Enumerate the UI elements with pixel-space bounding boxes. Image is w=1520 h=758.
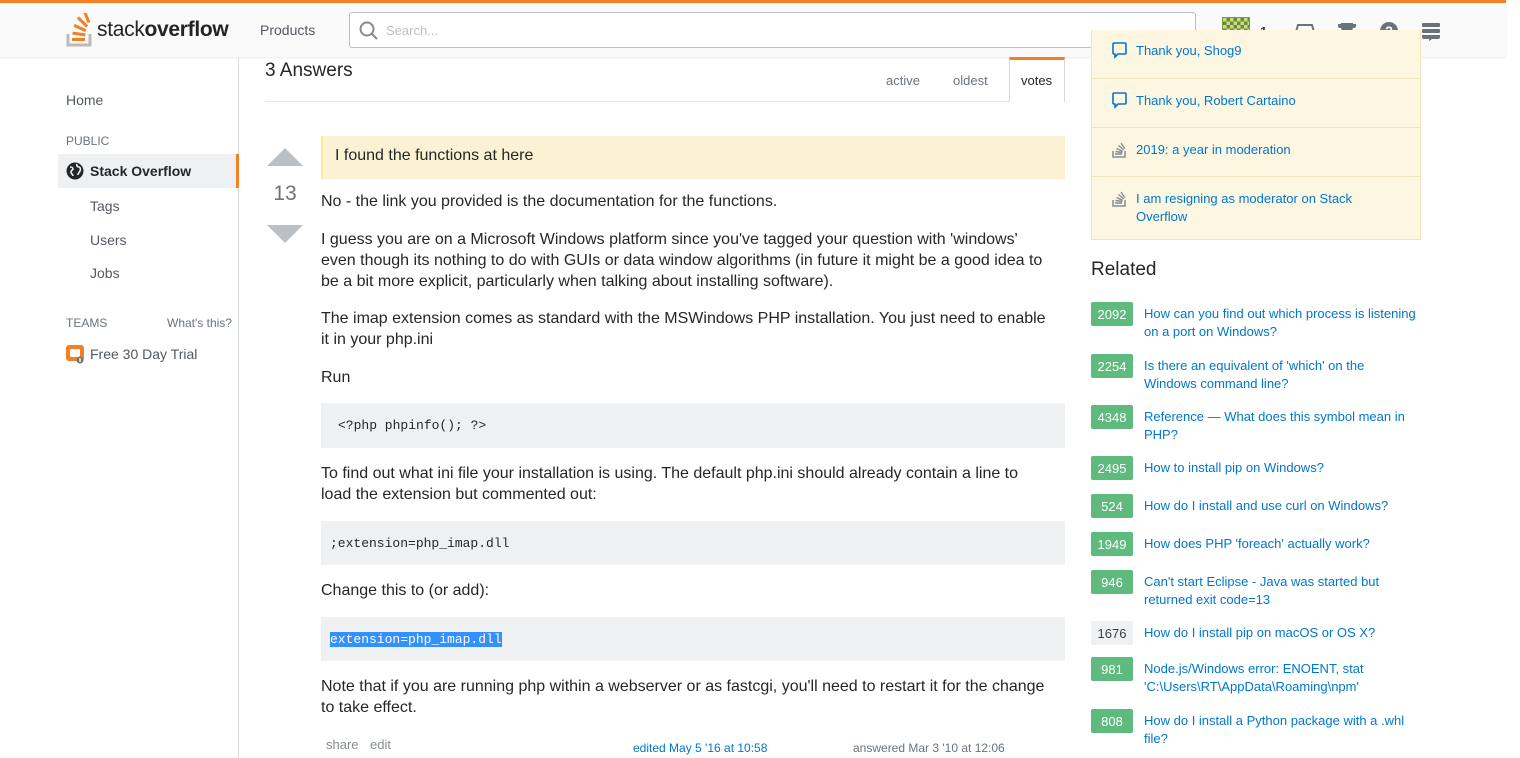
related-question-title[interactable]: How do I install and use curl on Windows… [1144, 494, 1419, 518]
nav-users[interactable]: Users [90, 232, 127, 248]
stackoverflow-logo[interactable]: stackoverflow [66, 13, 229, 47]
related-score-badge: 2254 [1091, 354, 1133, 378]
nav-section-public: PUBLIC [66, 134, 110, 148]
code-block-1: <?php phpinfo(); ?> [321, 403, 1065, 448]
blog-item-label: 2019: a year in moderation [1136, 142, 1291, 157]
logo-text-light: stack [97, 18, 145, 41]
related-score-badge: 2092 [1091, 302, 1133, 326]
related-heading: Related [1091, 259, 1157, 280]
tab-oldest[interactable]: oldest [953, 73, 988, 88]
related-question[interactable]: 981 Node.js/Windows error: ENOENT, stat '… [1091, 657, 1419, 696]
related-question[interactable]: 1676 How do I install pip on macOS or OS … [1091, 621, 1419, 645]
answer-paragraph-2: I guess you are on a Microsoft Windows p… [321, 231, 1043, 290]
upvote-arrow-icon[interactable] [267, 148, 303, 166]
search-input[interactable] [350, 13, 1195, 47]
tab-active[interactable]: active [886, 73, 920, 88]
related-question-title[interactable]: How to install pip on Windows? [1144, 456, 1419, 480]
stackoverflow-logo-icon [66, 13, 92, 47]
teams-free-trial-label: Free 30 Day Trial [90, 346, 198, 362]
related-score-badge: 524 [1091, 494, 1133, 518]
teams-briefcase-icon [66, 345, 84, 364]
stackoverflow-mini-icon [1112, 142, 1126, 158]
answer-paragraph-5: To find out what ini file your installat… [321, 465, 1019, 503]
blog-widget: Thank you, Shog9 Thank you, Robert Carta… [1091, 30, 1421, 240]
answers-count-heading: 3 Answers [265, 60, 353, 81]
search-icon [359, 21, 378, 40]
related-question[interactable]: 946 Can't start Eclipse - Java was starte… [1091, 570, 1419, 609]
related-question-title[interactable]: How do I install a Python package with a… [1144, 709, 1419, 748]
blog-item[interactable]: 2019: a year in moderation [1112, 141, 1396, 159]
code-block-2: ;extension=php_imap.dll [321, 521, 1065, 565]
stackoverflow-mini-icon [1112, 191, 1126, 207]
chat-bubble-icon [1112, 42, 1127, 59]
related-question-title[interactable]: Can't start Eclipse - Java was started b… [1144, 570, 1419, 609]
vote-count: 13 [273, 182, 297, 205]
answer-paragraph-7: Note that if you are running php within … [321, 678, 1045, 716]
related-score-badge: 1676 [1091, 621, 1133, 645]
related-question[interactable]: 808 How do I install a Python package wit… [1091, 709, 1419, 748]
nav-stack-overflow[interactable]: Stack Overflow [58, 154, 239, 188]
related-question-title[interactable]: How do I install pip on macOS or OS X? [1144, 621, 1419, 645]
blog-item-label: I am resigning as moderator on Stack Ove… [1136, 191, 1353, 224]
related-question-title[interactable]: Node.js/Windows error: ENOENT, stat 'C:\… [1144, 657, 1419, 696]
code-block-3: extension=php_imap.dll [321, 617, 1065, 661]
related-question[interactable]: 2495 How to install pip on Windows? [1091, 456, 1419, 480]
code-block-3-selected-text: extension=php_imap.dll [330, 631, 502, 647]
globe-icon [66, 162, 84, 180]
site-switcher-icon[interactable] [1421, 21, 1441, 41]
blog-divider [1092, 127, 1420, 128]
blog-item[interactable]: Thank you, Robert Cartaino [1112, 92, 1396, 110]
edit-link[interactable]: edit [370, 737, 391, 752]
related-score-badge: 808 [1091, 709, 1133, 733]
related-question[interactable]: 2254 Is there an equivalent of 'which' on… [1091, 354, 1419, 393]
downvote-arrow-icon[interactable] [267, 225, 303, 243]
related-score-badge: 981 [1091, 657, 1133, 681]
search-box[interactable] [349, 12, 1196, 48]
answer-paragraph-3: The imap extension comes as standard wit… [321, 310, 1046, 348]
chat-bubble-icon [1112, 92, 1127, 109]
left-sidebar: Home PUBLIC Stack Overflow Tags Users Jo… [0, 57, 239, 758]
products-menu[interactable]: Products [260, 22, 315, 38]
nav-stack-overflow-label: Stack Overflow [90, 163, 192, 179]
nav-section-teams: TEAMS [66, 316, 108, 330]
related-question[interactable]: 2092 How can you find out which process i… [1091, 302, 1419, 341]
teams-free-trial-link[interactable]: Free 30 Day Trial [66, 344, 197, 364]
answer-paragraph-6: Change this to (or add): [321, 582, 490, 599]
related-question[interactable]: 524 How do I install and use curl on Wind… [1091, 494, 1419, 518]
related-score-badge: 4348 [1091, 405, 1133, 429]
answered-timestamp: answered Mar 3 '10 at 12:06 [853, 741, 1005, 755]
code-block-1-text: <?php phpinfo(); ?> [338, 418, 487, 433]
nav-tags[interactable]: Tags [90, 198, 120, 214]
blog-divider [1092, 78, 1420, 79]
related-question-title[interactable]: How does PHP 'foreach' actually work? [1144, 532, 1419, 556]
tab-votes[interactable]: votes [1021, 73, 1052, 88]
blog-item[interactable]: I am resigning as moderator on Stack Ove… [1112, 190, 1396, 226]
blog-item-label: Thank you, Robert Cartaino [1136, 93, 1296, 108]
related-question[interactable]: 4348 Reference — What does this symbol me… [1091, 405, 1419, 444]
related-question-title[interactable]: Reference — What does this symbol mean i… [1144, 405, 1419, 444]
related-question-title[interactable]: Is there an equivalent of 'which' on the… [1144, 354, 1419, 393]
code-block-2-text: ;extension=php_imap.dll [330, 535, 510, 551]
answer-paragraph-1: No - the link you provided is the docume… [321, 193, 778, 210]
logo-text-bold: overflow [144, 18, 229, 41]
related-score-badge: 2495 [1091, 456, 1133, 480]
answers-tabs-divider [265, 101, 1065, 102]
related-question[interactable]: 1949 How does PHP 'foreach' actually work… [1091, 532, 1419, 556]
nav-home[interactable]: Home [66, 92, 103, 108]
teams-whats-this-link[interactable]: What's this? [167, 316, 232, 330]
edited-timestamp-link[interactable]: edited May 5 '16 at 10:58 [633, 741, 767, 755]
related-question-title[interactable]: How can you find out which process is li… [1144, 302, 1419, 341]
blog-item-label: Thank you, Shog9 [1136, 43, 1242, 58]
blog-divider [1092, 176, 1420, 177]
answer-paragraph-4: Run [321, 369, 351, 386]
blockquote: I found the functions at here [321, 136, 1065, 179]
nav-jobs[interactable]: Jobs [90, 265, 120, 281]
related-score-badge: 946 [1091, 570, 1133, 594]
logo-wordmark: stackoverflow [97, 18, 229, 42]
share-link[interactable]: share [326, 737, 359, 752]
related-score-badge: 1949 [1091, 532, 1133, 556]
blog-item[interactable]: Thank you, Shog9 [1112, 42, 1396, 60]
